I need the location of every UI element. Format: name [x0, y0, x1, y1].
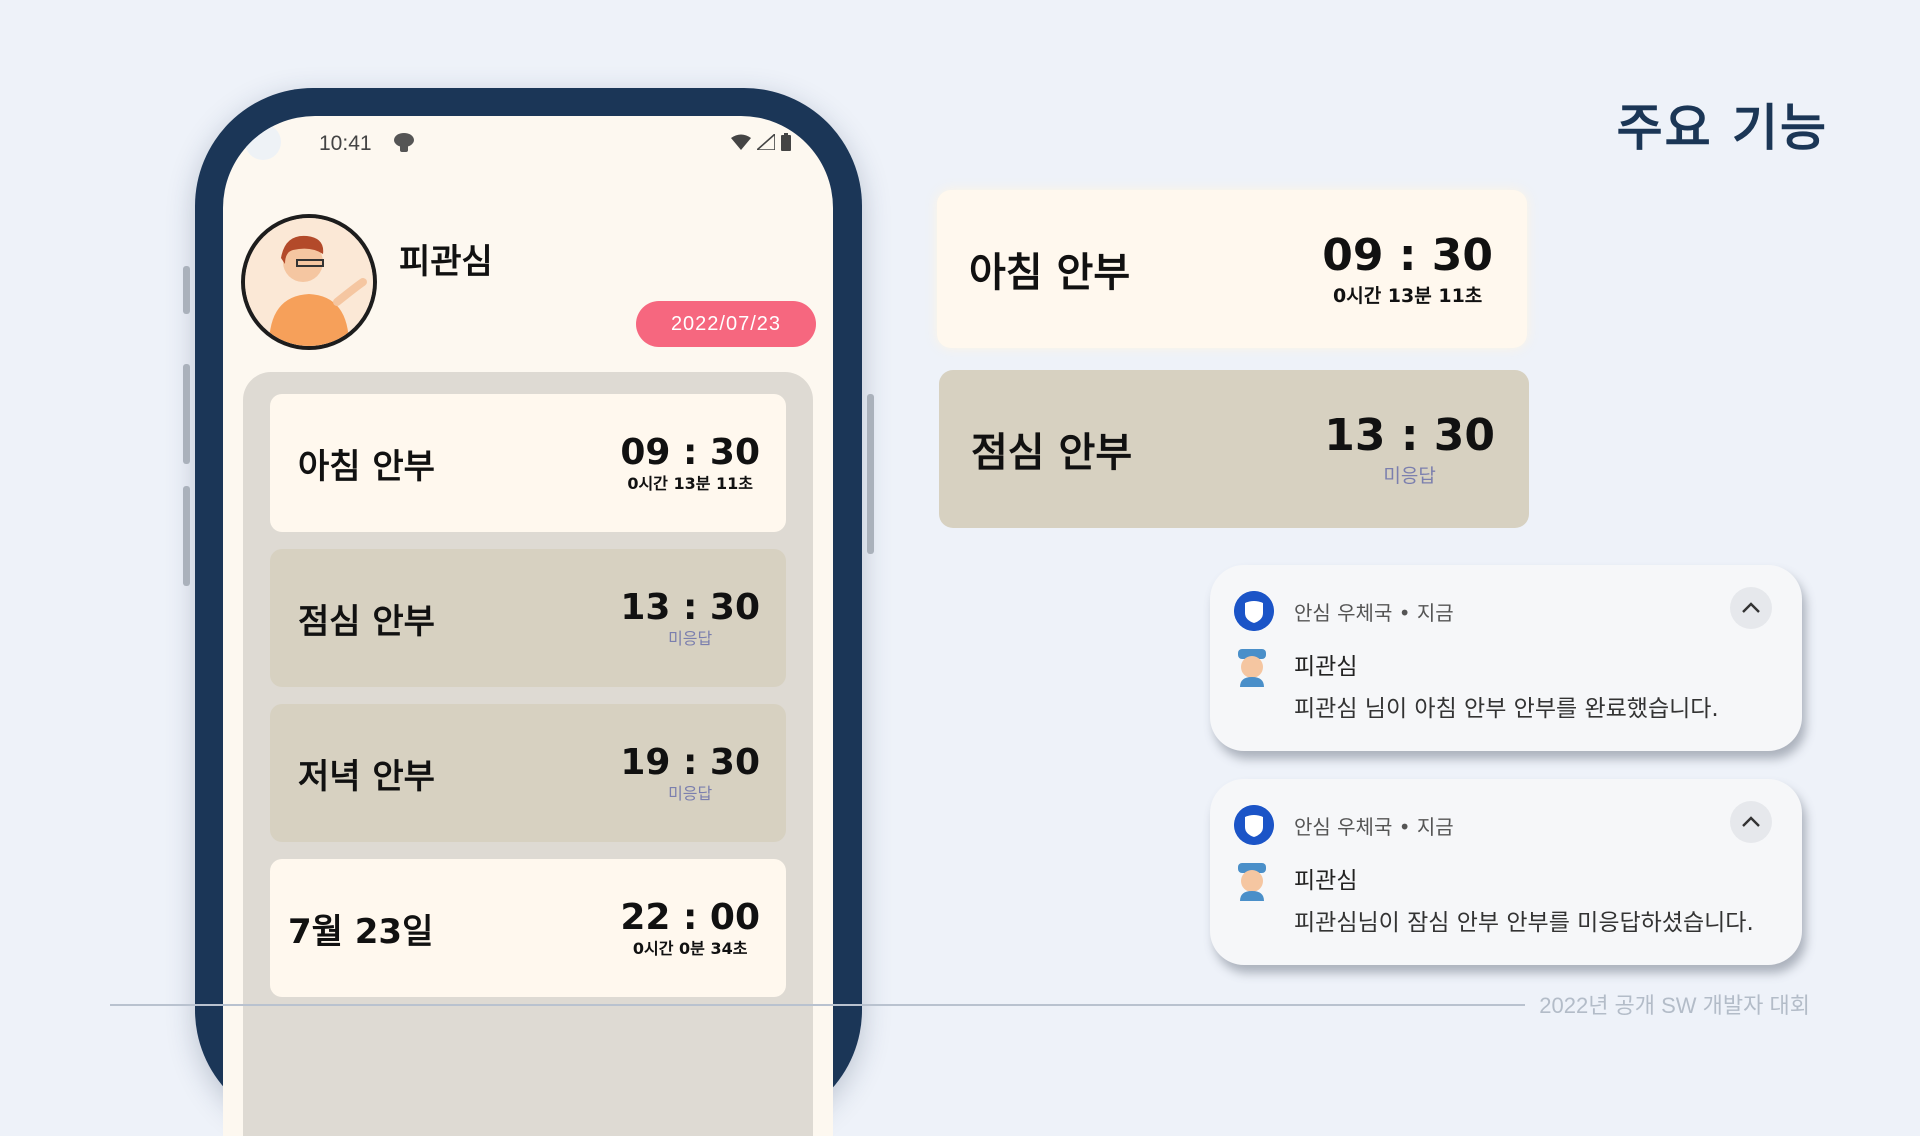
notification-title: 피관심 — [1294, 868, 1358, 894]
notification-meta: 안심 우체국 • 지금 — [1294, 815, 1454, 839]
item-elapsed: 0시간 0분 34초 — [632, 939, 748, 958]
card-label: 점심 안부 — [971, 430, 1133, 476]
item-label: 점심 안부 — [298, 601, 435, 642]
card-status: 미응답 — [1383, 464, 1436, 487]
status-time: 10:41 — [319, 132, 372, 155]
item-time: 09 : 30 — [620, 432, 760, 473]
card-time: 13 : 30 — [1324, 409, 1495, 461]
card-time: 09 : 30 — [1322, 229, 1493, 281]
phone-mockup: 10:41 피관심 2022/07/23 아침 안부 09: 30 0시간 1… — [183, 88, 874, 1136]
item-time: 19 : 30 — [620, 742, 760, 783]
slide-title: 주요 기능 — [1616, 99, 1828, 157]
item-status: 미응답 — [668, 629, 713, 648]
date-badge[interactable]: 2022/07/23 — [636, 301, 816, 347]
chevron-up-icon[interactable] — [1730, 801, 1772, 843]
list-item-lunch[interactable]: 점심 안부 13 : 30 미응답 — [270, 549, 786, 687]
footer-divider — [110, 1004, 1534, 1006]
mailman-icon — [1238, 649, 1266, 687]
notification-card[interactable]: 안심 우체국 • 지금 피관심 피관심님이 잠심 안부 안부를 미응답하셨습니다… — [1210, 779, 1802, 965]
footer-text: 2022년 공개 SW 개발자 대회 — [1525, 988, 1810, 1020]
notification-body: 피관심 님이 아침 안부 안부를 완료했습니다. — [1294, 696, 1719, 722]
notification-card[interactable]: 안심 우체국 • 지금 피관심 피관심 님이 아침 안부 안부를 완료했습니다. — [1210, 565, 1802, 751]
shield-icon — [1234, 805, 1274, 845]
chevron-up-icon[interactable] — [1730, 587, 1772, 629]
item-time: 22 : 00 — [620, 897, 760, 938]
avatar — [241, 214, 377, 350]
notification-meta: 안심 우체국 • 지금 — [1294, 601, 1454, 625]
card-lunch: 점심 안부 13 : 30 미응답 — [939, 370, 1529, 528]
shield-icon — [1234, 591, 1274, 631]
card-morning: 아침 안부 09 : 30 0시간 13분 11초 — [937, 190, 1527, 348]
phone-power-button — [867, 394, 874, 554]
list-item-morning[interactable]: 아침 안부 09 : 30 0시간 13분 11초 — [270, 394, 786, 532]
signal-icon — [757, 134, 775, 150]
mailman-icon — [1238, 863, 1266, 901]
camera-cutout — [245, 124, 281, 160]
phone-screen: 10:41 피관심 2022/07/23 아침 안부 09: 30 0시간 1… — [223, 116, 833, 1136]
item-time: 13 : 30 — [620, 587, 760, 628]
card-label: 아침 안부 — [969, 250, 1131, 296]
battery-icon — [781, 133, 791, 151]
user-name: 피관심 — [399, 242, 493, 282]
notification-title: 피관심 — [1294, 654, 1358, 680]
status-icons — [731, 133, 791, 151]
item-label: 아침 안부 — [298, 446, 435, 487]
item-label: 7월 23일 — [288, 911, 434, 952]
item-elapsed: 0시간 13분 11초 — [627, 474, 753, 493]
phone-side-button — [183, 486, 190, 586]
item-label: 저녁 안부 — [298, 756, 435, 797]
phone-side-button — [183, 266, 190, 314]
wifi-icon — [731, 134, 751, 150]
notification-body: 피관심님이 잠심 안부 안부를 미응답하셨습니다. — [1294, 910, 1754, 936]
mascot-icon — [394, 133, 414, 152]
item-status: 미응답 — [668, 784, 713, 803]
list-item-date[interactable]: 7월 23일 22 : 00 0시간 0분 34초 — [270, 859, 786, 997]
phone-side-button — [183, 364, 190, 464]
checkin-list: 아침 안부 09 : 30 0시간 13분 11초 점심 안부 13 : 30 … — [243, 372, 813, 1136]
card-elapsed: 0시간 13분 11초 — [1333, 284, 1483, 307]
list-item-dinner[interactable]: 저녁 안부 19 : 30 미응답 — [270, 704, 786, 842]
